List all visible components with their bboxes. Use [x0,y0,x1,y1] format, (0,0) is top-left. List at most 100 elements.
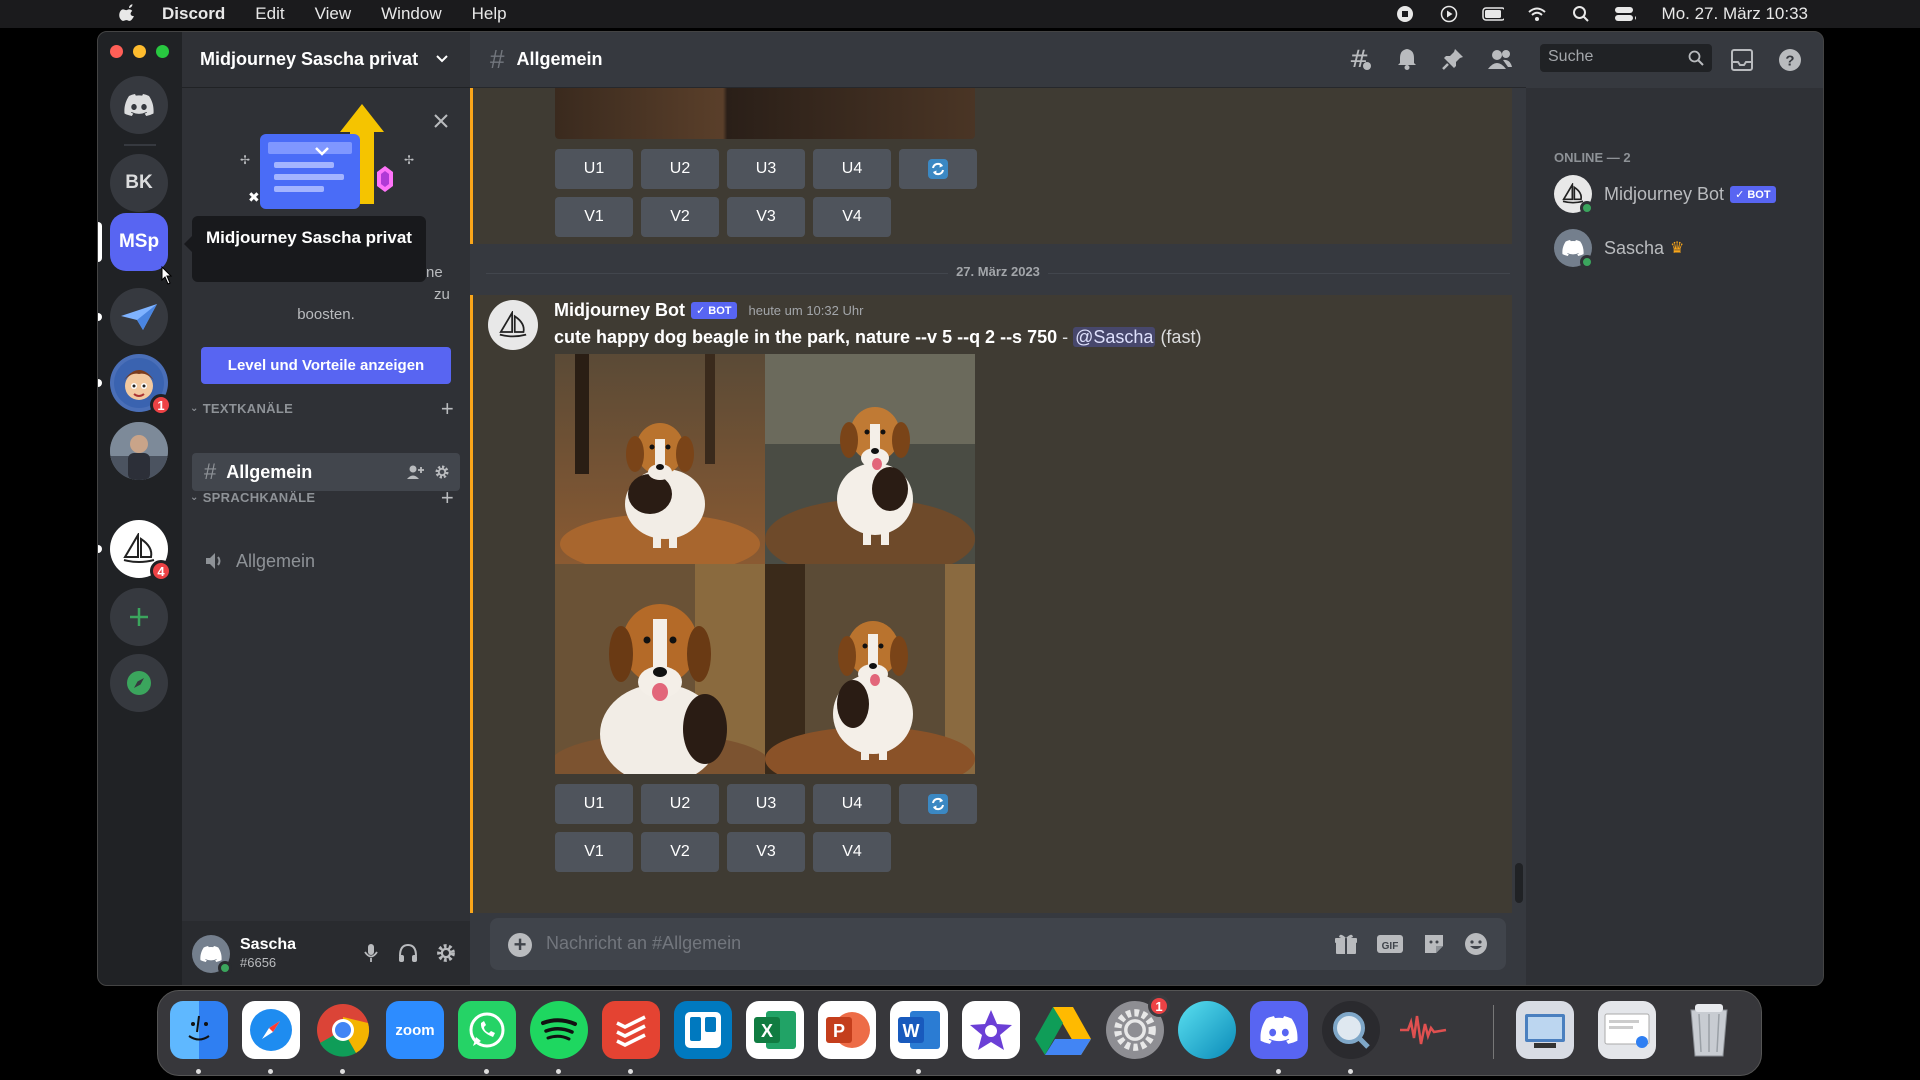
menu-app-name[interactable]: Discord [162,4,225,24]
upscale-4-button[interactable]: U4 [813,149,891,189]
zoom-app[interactable]: zoom [386,1001,444,1059]
upscale-1-button[interactable]: U1 [555,149,633,189]
search-input[interactable]: Suche [1540,44,1712,72]
server-bk[interactable]: BK [110,154,168,212]
safari-app[interactable] [242,1001,300,1059]
gear-icon[interactable] [434,464,450,480]
menu-help[interactable]: Help [472,4,507,24]
previous-image-grid[interactable] [555,88,975,139]
trash-app[interactable] [1680,1001,1738,1059]
preview-app[interactable] [1516,1001,1574,1059]
generated-image-grid[interactable] [555,354,975,774]
server-paperplane[interactable] [110,288,168,346]
circle-app[interactable] [1178,1001,1236,1059]
audio-app[interactable] [1394,1001,1452,1059]
member-midjourney-bot[interactable]: Midjourney Bot ✓ BOT [1554,175,1776,215]
variation-3-button[interactable]: V3 [727,832,805,872]
text-channels-category[interactable]: ⌄ TEXTKANÄLE + [190,396,462,421]
system-preferences-app[interactable]: 1 [1106,995,1170,1059]
upscale-4-button[interactable]: U4 [813,784,891,824]
reroll-button[interactable] [899,784,977,824]
spotlight-search-icon[interactable] [1570,5,1592,23]
server-avatar-cartoon[interactable]: 1 [110,354,172,416]
add-voice-channel-icon[interactable]: + [441,485,454,511]
spotify-app[interactable] [530,1001,588,1059]
whatsapp-app[interactable] [458,1001,516,1059]
excel-app[interactable]: X [746,1001,804,1059]
chrome-app[interactable] [314,1001,372,1059]
play-circle-icon[interactable] [1438,5,1460,23]
variation-1-button[interactable]: V1 [555,197,633,237]
upscale-1-button[interactable]: U1 [555,784,633,824]
chat-scrollbar[interactable] [1515,863,1523,903]
menubar-clock[interactable]: Mo. 27. März 10:33 [1662,4,1808,24]
trello-app[interactable] [674,1001,732,1059]
quicktime-app[interactable] [1322,1001,1380,1059]
google-drive-app[interactable] [1034,1001,1092,1059]
server-photo[interactable] [110,422,168,480]
imovie-app[interactable] [962,1001,1020,1059]
wifi-icon[interactable] [1526,5,1548,23]
close-icon[interactable] [432,112,450,130]
menu-window[interactable]: Window [381,4,441,24]
variation-1-button[interactable]: V1 [555,832,633,872]
gift-icon[interactable] [1334,932,1358,956]
explore-servers-button[interactable] [110,654,168,712]
finder-app[interactable] [170,1001,228,1059]
battery-icon[interactable] [1481,5,1504,23]
reroll-button[interactable] [899,149,977,189]
voice-channels-category[interactable]: ⌄ SPRACHKANÄLE + [190,485,462,510]
server-msp[interactable]: MSp [110,213,168,271]
maximize-window-button[interactable] [156,45,169,58]
minimize-window-button[interactable] [133,45,146,58]
upscale-2-button[interactable]: U2 [641,149,719,189]
control-center-icon[interactable] [1614,5,1636,23]
menu-edit[interactable]: Edit [255,4,284,24]
home-button[interactable] [110,76,168,134]
downloads-folder[interactable] [1598,1001,1656,1059]
gif-icon[interactable]: GIF [1376,932,1404,956]
word-app[interactable]: W [890,1001,948,1059]
sticker-icon[interactable] [1422,932,1446,956]
variation-4-button[interactable]: V4 [813,832,891,872]
bell-icon[interactable] [1395,47,1419,71]
user-avatar[interactable] [192,935,232,975]
channel-allgemein-voice[interactable]: Allgemein [192,542,460,580]
variation-4-button[interactable]: V4 [813,197,891,237]
channel-allgemein-text[interactable]: # Allgemein [192,453,460,491]
upscale-3-button[interactable]: U3 [727,784,805,824]
message-input[interactable]: Nachricht an #Allgemein [546,933,741,954]
discord-app[interactable] [1250,1001,1308,1059]
upscale-2-button[interactable]: U2 [641,784,719,824]
apple-icon[interactable] [118,4,138,24]
todoist-app[interactable] [602,1001,660,1059]
add-server-button[interactable] [110,588,168,646]
settings-gear-icon[interactable] [436,943,456,963]
members-icon[interactable] [1487,47,1513,71]
pin-icon[interactable] [1441,47,1465,71]
bot-avatar[interactable] [488,300,538,350]
headphones-icon[interactable] [398,943,418,963]
help-icon[interactable]: ? [1778,48,1802,72]
variation-2-button[interactable]: V2 [641,197,719,237]
microphone-icon[interactable] [362,943,380,963]
inbox-icon[interactable] [1730,48,1754,72]
upscale-3-button[interactable]: U3 [727,149,805,189]
boost-levels-button[interactable]: Level und Vorteile anzeigen [201,347,451,384]
add-attachment-button[interactable]: + [508,933,532,957]
menu-view[interactable]: View [315,4,352,24]
threads-icon[interactable]: # [1347,46,1373,72]
member-sascha[interactable]: Sascha ♛ [1554,229,1684,269]
message-author[interactable]: Midjourney Bot [554,300,685,321]
add-member-icon[interactable] [406,464,424,480]
server-midjourney[interactable]: 4 [110,520,172,582]
add-text-channel-icon[interactable]: + [441,396,454,422]
powerpoint-app[interactable]: P [818,1001,876,1059]
user-mention[interactable]: @Sascha [1073,327,1156,347]
message-composer[interactable]: + Nachricht an #Allgemein GIF [490,918,1506,970]
emoji-icon[interactable] [1464,932,1488,956]
close-window-button[interactable] [110,45,123,58]
record-icon[interactable] [1394,5,1416,23]
server-header[interactable]: Midjourney Sascha privat [182,32,470,88]
variation-2-button[interactable]: V2 [641,832,719,872]
